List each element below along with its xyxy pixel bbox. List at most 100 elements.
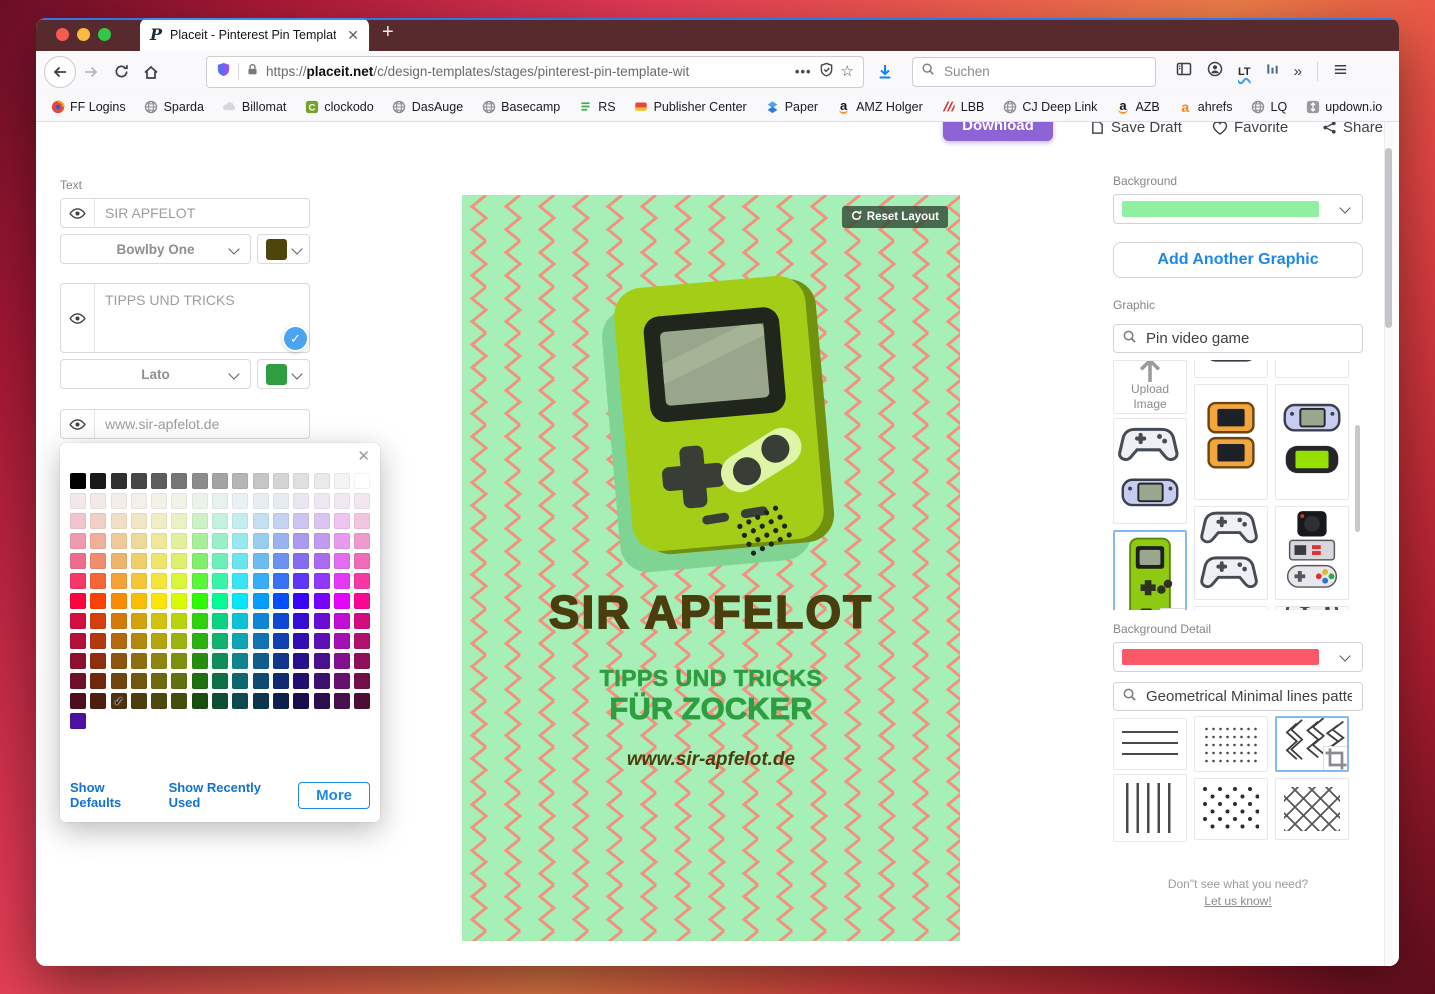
color-swatch[interactable] xyxy=(212,613,228,629)
tracking-shield-icon[interactable] xyxy=(216,62,231,82)
graphic-thumbnail-controller-pair[interactable] xyxy=(1194,506,1268,600)
color-swatch[interactable] xyxy=(354,493,370,509)
thumbnail-list-scrollbar[interactable] xyxy=(1355,425,1360,532)
color-swatch[interactable] xyxy=(131,653,147,669)
color-swatch[interactable] xyxy=(171,673,187,689)
sidebar-icon[interactable] xyxy=(1176,61,1192,82)
color-swatch[interactable] xyxy=(171,693,187,709)
color-swatch[interactable] xyxy=(354,513,370,529)
graphic-search-field[interactable] xyxy=(1113,324,1363,353)
color-swatch[interactable] xyxy=(192,693,208,709)
color-swatch[interactable] xyxy=(131,553,147,569)
color-swatch[interactable] xyxy=(131,633,147,649)
bookmark-item[interactable]: RS xyxy=(578,99,615,114)
color-swatch[interactable] xyxy=(354,573,370,589)
color-swatch[interactable] xyxy=(314,593,330,609)
color-swatch[interactable] xyxy=(314,613,330,629)
graphic-thumbnail-controller-handheld[interactable] xyxy=(1113,418,1187,524)
color-swatch[interactable] xyxy=(70,553,86,569)
color-swatch[interactable] xyxy=(232,653,248,669)
color-swatch[interactable] xyxy=(334,633,350,649)
reset-layout-button[interactable]: Reset Layout xyxy=(842,206,948,228)
color-swatch[interactable] xyxy=(293,673,309,689)
color-swatch[interactable] xyxy=(232,573,248,589)
color-swatch[interactable] xyxy=(90,593,106,609)
color-swatch[interactable] xyxy=(334,513,350,529)
color-swatch[interactable] xyxy=(192,513,208,529)
color-swatch[interactable] xyxy=(90,613,106,629)
shield-check-icon[interactable] xyxy=(819,62,834,82)
color-swatch[interactable] xyxy=(293,513,309,529)
bookmark-item[interactable]: DasAuge xyxy=(392,99,463,114)
color-swatch[interactable] xyxy=(111,673,127,689)
color-swatch[interactable] xyxy=(192,553,208,569)
close-icon[interactable]: ✕ xyxy=(357,447,370,465)
color-swatch[interactable] xyxy=(232,613,248,629)
graphic-search-input[interactable] xyxy=(1144,329,1354,348)
color-swatch[interactable] xyxy=(253,553,269,569)
color-swatch[interactable] xyxy=(253,633,269,649)
color-swatch[interactable] xyxy=(334,493,350,509)
crop-icon[interactable] xyxy=(1160,608,1186,610)
graphic-thumbnail-controller-partial[interactable] xyxy=(1275,360,1349,378)
color-swatch[interactable] xyxy=(171,573,187,589)
color-swatch[interactable] xyxy=(151,653,167,669)
color-swatch[interactable] xyxy=(293,553,309,569)
color-swatch[interactable] xyxy=(232,633,248,649)
color-swatch[interactable] xyxy=(314,473,330,489)
pattern-thumbnail-zigzag[interactable] xyxy=(1275,716,1349,772)
browser-search-bar[interactable] xyxy=(912,57,1156,87)
bookmark-item[interactable]: aAZB xyxy=(1115,99,1159,114)
color-swatch[interactable] xyxy=(293,613,309,629)
color-swatch[interactable] xyxy=(253,573,269,589)
color-swatch[interactable] xyxy=(212,513,228,529)
color-swatch[interactable] xyxy=(314,533,330,549)
bookmark-item[interactable]: aahrefs xyxy=(1178,99,1233,114)
eye-icon[interactable] xyxy=(61,199,95,227)
crop-icon[interactable] xyxy=(1323,746,1349,772)
eye-icon[interactable] xyxy=(61,410,95,438)
color-swatch[interactable] xyxy=(253,493,269,509)
color-swatch[interactable] xyxy=(273,473,289,489)
pattern-thumbnail-hlines[interactable] xyxy=(1113,718,1187,770)
color-swatch[interactable] xyxy=(273,673,289,689)
color-swatch[interactable] xyxy=(273,653,289,669)
let-us-know-link[interactable]: Let us know! xyxy=(1204,894,1271,908)
more-colors-button[interactable]: More xyxy=(298,782,370,809)
color-swatch[interactable] xyxy=(192,673,208,689)
color-swatch[interactable] xyxy=(334,573,350,589)
color-swatch[interactable] xyxy=(171,513,187,529)
color-swatch[interactable] xyxy=(111,633,127,649)
page-actions-icon[interactable]: ••• xyxy=(795,64,812,79)
color-swatch[interactable] xyxy=(90,573,106,589)
color-swatch[interactable] xyxy=(354,633,370,649)
color-swatch[interactable] xyxy=(111,693,127,709)
forward-icon[interactable] xyxy=(76,57,106,87)
color-swatch[interactable] xyxy=(111,513,127,529)
color-swatch[interactable] xyxy=(354,613,370,629)
color-swatch[interactable] xyxy=(90,633,106,649)
color-swatch[interactable] xyxy=(253,533,269,549)
pattern-thumbnail-dotrows[interactable] xyxy=(1194,716,1268,772)
color-swatch[interactable] xyxy=(354,553,370,569)
account-icon[interactable] xyxy=(1207,61,1223,82)
color-swatch[interactable] xyxy=(212,553,228,569)
color-swatch[interactable] xyxy=(192,533,208,549)
color-swatch[interactable] xyxy=(131,593,147,609)
bookmark-item[interactable]: FF Logins xyxy=(50,99,126,114)
page-scrollbar-thumb[interactable] xyxy=(1385,148,1392,328)
graphic-thumbnail-retro-set[interactable] xyxy=(1275,506,1349,600)
color-swatch[interactable] xyxy=(131,513,147,529)
color-swatch[interactable] xyxy=(232,553,248,569)
color-swatch[interactable] xyxy=(90,693,106,709)
color-swatch[interactable] xyxy=(131,573,147,589)
color-swatch[interactable] xyxy=(111,493,127,509)
color-swatch[interactable] xyxy=(131,693,147,709)
back-icon[interactable] xyxy=(44,56,76,88)
download-arrow-icon[interactable] xyxy=(870,57,900,87)
pattern-thumbnail-vlines[interactable] xyxy=(1113,774,1187,842)
color-swatch[interactable] xyxy=(273,533,289,549)
color-swatch[interactable] xyxy=(171,553,187,569)
color-swatch[interactable] xyxy=(111,573,127,589)
color-swatch[interactable] xyxy=(131,533,147,549)
